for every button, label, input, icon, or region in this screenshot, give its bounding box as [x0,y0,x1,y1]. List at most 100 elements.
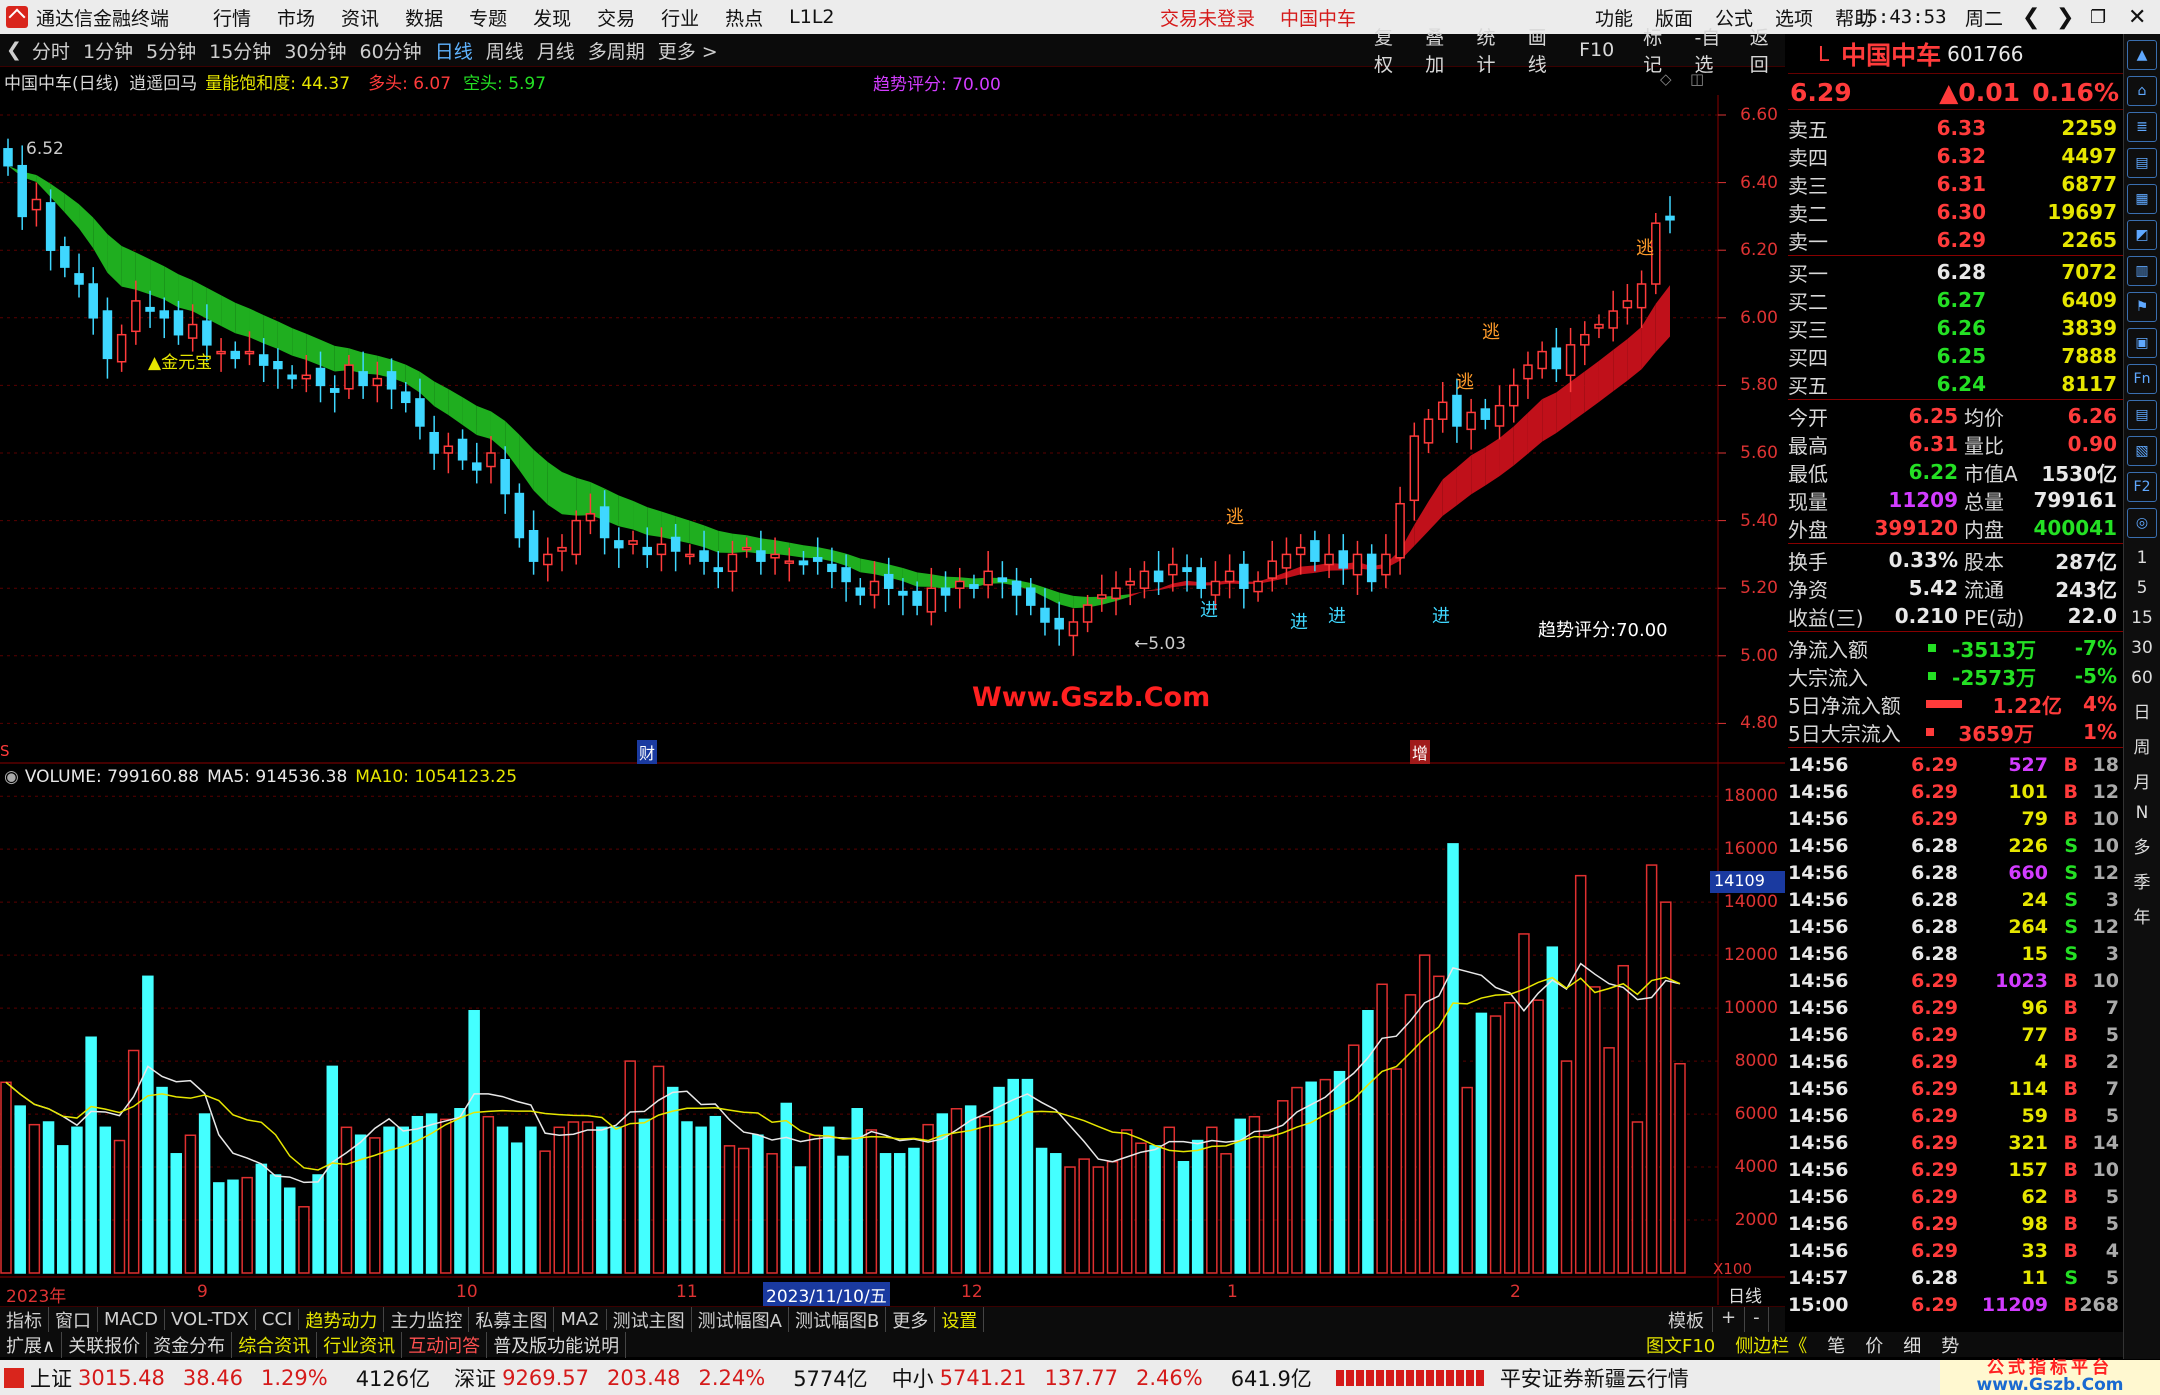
orderbook-row[interactable]: 买三 6.26 3839 [1788,314,2123,342]
tab-right-button[interactable]: 模板 [1660,1306,1713,1333]
indicator-tab[interactable]: 更多 [886,1306,936,1333]
indicator-tab[interactable]: 趋势动力 [299,1306,385,1333]
menu-item[interactable]: 专题 [469,4,507,31]
strip-period[interactable]: 年 [2124,903,2160,928]
period-tab[interactable]: 分时 [32,37,70,64]
zx-label[interactable]: 中小 [892,1363,934,1393]
period-tab[interactable]: 5分钟 [146,37,196,64]
menu-item[interactable]: L1L2 [789,6,834,28]
menu-item[interactable]: 行业 [661,4,699,31]
strip-period[interactable]: 1 [2124,548,2160,568]
login-status[interactable]: 交易未登录 [1160,4,1255,31]
period-tab[interactable]: 30分钟 [284,37,346,64]
expand-tab[interactable]: 互动问答 [402,1331,488,1358]
indicator-tab[interactable]: 窗口 [49,1306,98,1333]
chart-button[interactable]: 统计 [1477,23,1499,77]
orderbook-row[interactable]: 卖一 6.29 2265 [1788,226,2123,254]
strip-tool-icon[interactable]: Fn [2127,364,2157,394]
strip-period[interactable]: 月 [2124,768,2160,793]
menu-item[interactable]: 交易 [597,4,635,31]
strip-tool-icon[interactable]: ▥ [2127,256,2157,286]
strip-tool-icon[interactable]: ≣ [2127,112,2157,142]
expand-tab[interactable]: 资金分布 [147,1331,233,1358]
strip-period[interactable]: 多 [2124,833,2160,858]
chart-button[interactable]: F10 [1579,39,1614,61]
strip-period[interactable]: 周 [2124,733,2160,758]
finance-marker[interactable]: 财 [637,740,658,764]
tab-right-button[interactable]: - [1745,1306,1769,1333]
panel-toggle-icon[interactable]: ◫ [1690,70,1704,88]
period-tab[interactable]: 周线 [486,37,524,64]
strip-period[interactable]: N [2124,803,2160,823]
strip-period[interactable]: 30 [2124,638,2160,658]
expand-tab[interactable]: 行业资讯 [317,1331,403,1358]
period-tab[interactable]: 15分钟 [209,37,271,64]
chart-button[interactable]: 画线 [1528,23,1550,77]
strip-period[interactable]: 季 [2124,868,2160,893]
indicator-tab[interactable]: 测试主图 [607,1306,692,1333]
settings-diamond-icon[interactable]: ◇ [1660,70,1672,88]
expand-tab[interactable]: 普及版功能说明 [487,1331,627,1358]
period-tab[interactable]: 更多 > [658,37,718,64]
strip-tool-icon[interactable]: ▤ [2127,148,2157,178]
chart-button[interactable]: 标记 [1643,23,1665,77]
strip-period[interactable]: 15 [2124,608,2160,628]
orderbook-row[interactable]: 卖二 6.30 19697 [1788,198,2123,226]
indicator-tab[interactable]: 指标 [0,1306,49,1333]
orderbook-row[interactable]: 买五 6.24 8117 [1788,370,2123,398]
strip-tool-icon[interactable]: ◩ [2127,220,2157,250]
expand-right-button[interactable]: 图文F10 [1636,1332,1725,1358]
menu-item[interactable]: 市场 [277,4,315,31]
indicator-tab[interactable]: 主力监控 [384,1306,470,1333]
orderbook-row[interactable]: 买四 6.25 7888 [1788,342,2123,370]
indicator-tab[interactable]: MACD [98,1309,165,1330]
close-icon[interactable]: ✕ [2128,5,2146,30]
period-tab[interactable]: 1分钟 [83,37,133,64]
strip-period[interactable]: 日 [2124,698,2160,723]
indicator-tab[interactable]: 测试幅图A [692,1306,789,1333]
strip-tool-icon[interactable]: ▤ [2127,400,2157,430]
period-tab[interactable]: 日线 [435,37,473,64]
strip-tool-icon[interactable]: F2 [2127,472,2157,502]
strip-period[interactable]: 5 [2124,578,2160,598]
chart-button[interactable]: -自选 [1694,23,1720,77]
period-tab[interactable]: 多周期 [588,37,645,64]
formula-name[interactable]: 逍遥回马 [129,69,197,94]
strip-tool-icon[interactable]: ▦ [2127,184,2157,214]
expand-tab[interactable]: 关联报价 [62,1331,148,1358]
menu-item[interactable]: 数据 [405,4,443,31]
orderbook-row[interactable]: 卖三 6.31 6877 [1788,170,2123,198]
menu-item[interactable]: 资讯 [341,4,379,31]
indicator-tab[interactable]: MA2 [554,1309,607,1330]
strip-tool-icon[interactable]: ⚑ [2127,292,2157,322]
orderbook-row[interactable]: 卖五 6.33 2259 [1788,114,2123,142]
strip-period[interactable]: 60 [2124,668,2160,688]
settings-circle-icon[interactable]: ◉ [4,767,19,787]
chart-button[interactable]: 叠加 [1425,23,1447,77]
collapse-icon[interactable]: ❮ [6,39,22,61]
orderbook-row[interactable]: 买二 6.27 6409 [1788,286,2123,314]
period-tab[interactable]: 60分钟 [360,37,422,64]
expand-tab[interactable]: 综合资讯 [232,1331,318,1358]
sz-label[interactable]: 深证 [454,1363,496,1393]
orderbook-row[interactable]: 卖四 6.32 4497 [1788,142,2123,170]
tab-right-button[interactable]: + [1713,1306,1746,1333]
indicator-tab[interactable]: 测试幅图B [789,1306,887,1333]
strip-tool-icon[interactable]: ▲ [2127,40,2157,70]
indicator-tab[interactable]: VOL-TDX [165,1309,256,1330]
strip-tool-icon[interactable]: ▣ [2127,328,2157,358]
period-tab[interactable]: 月线 [537,37,575,64]
menu-item[interactable]: 发现 [533,4,571,31]
chart-button[interactable]: 返回 [1750,23,1772,77]
sh-label[interactable]: 上证 [30,1363,72,1393]
kline-chart[interactable] [0,95,1785,1305]
increase-marker[interactable]: 增 [1410,740,1431,764]
orderbook-row[interactable]: 买一 6.28 7072 [1788,258,2123,286]
strip-tool-icon[interactable]: ◎ [2127,508,2157,538]
back-icon[interactable]: ❮ [2022,5,2040,30]
restore-icon[interactable]: ❐ [2090,7,2106,28]
strip-tool-icon[interactable]: ▧ [2127,436,2157,466]
expand-tab[interactable]: 扩展∧ [0,1331,63,1358]
menu-item[interactable]: 热点 [725,4,763,31]
indicator-tab[interactable]: CCI [256,1309,300,1330]
